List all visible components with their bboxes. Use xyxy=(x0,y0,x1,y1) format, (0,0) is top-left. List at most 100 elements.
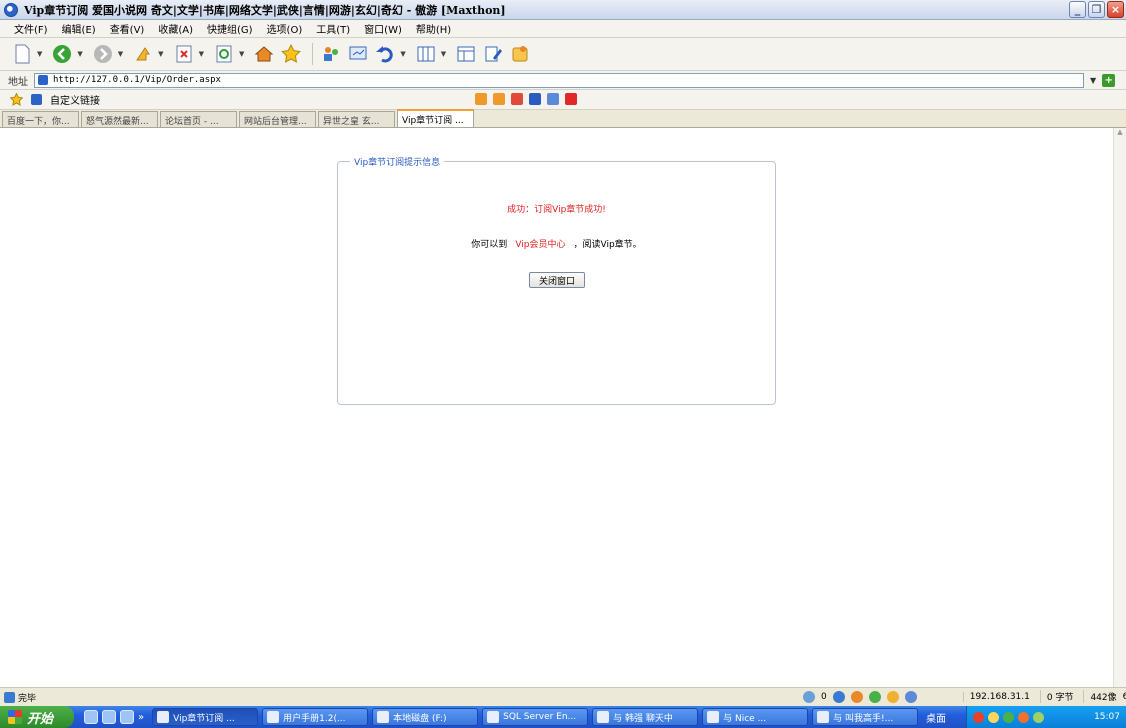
network-icon[interactable] xyxy=(988,711,999,723)
page-options-icon[interactable] xyxy=(547,93,559,105)
chat-icon xyxy=(707,711,720,723)
message-box: Vip章节订阅提示信息 成功：订阅Vip章节成功! 你可以到 Vip会员中心 ，阅读… xyxy=(337,155,776,405)
menu-groups[interactable]: 快捷组(G) xyxy=(207,21,253,36)
menu-view[interactable]: 查看(V) xyxy=(110,21,145,36)
shield-icon[interactable] xyxy=(832,690,845,703)
task-label: SQL Server En... xyxy=(503,712,577,722)
menu-window[interactable]: 窗口(W) xyxy=(364,21,402,36)
start-button[interactable]: 开始 xyxy=(0,706,74,728)
menu-edit[interactable]: 编辑(E) xyxy=(62,21,96,36)
chat-icon xyxy=(597,711,610,723)
tab-forum[interactable]: 论坛首页 - ... xyxy=(160,111,237,127)
volume-icon[interactable] xyxy=(1033,711,1044,723)
save-icon[interactable] xyxy=(529,93,541,105)
star-icon xyxy=(10,93,23,106)
stop-icon[interactable] xyxy=(172,42,196,66)
status-done: 完毕 xyxy=(4,691,36,704)
restore-button[interactable]: ❐ xyxy=(1088,1,1105,18)
ime-icon[interactable] xyxy=(973,711,984,723)
feed-icon[interactable] xyxy=(868,690,881,703)
chevron-down-icon[interactable]: ▼ xyxy=(37,50,42,58)
close-tab-icon[interactable] xyxy=(511,93,523,105)
links-bar: 自定义链接 xyxy=(0,90,1126,110)
forward-icon[interactable] xyxy=(91,42,115,66)
undo-icon[interactable] xyxy=(373,42,397,66)
tab-vip-order[interactable]: Vip章节订阅 ... xyxy=(397,109,474,127)
close-all-icon[interactable] xyxy=(565,93,577,105)
antivirus-icon[interactable] xyxy=(1018,711,1029,723)
task-chat-3[interactable]: 与 叫我高手!... xyxy=(812,708,919,726)
folder-icon xyxy=(377,711,390,723)
ie-icon[interactable] xyxy=(84,710,98,724)
qq-icon[interactable] xyxy=(1003,711,1014,723)
quick-launch: » xyxy=(84,710,144,724)
vip-center-link[interactable]: Vip会员中心 xyxy=(515,240,565,250)
monitor-icon[interactable] xyxy=(346,42,370,66)
chevron-down-icon[interactable]: ▼ xyxy=(441,50,446,58)
tab-novel[interactable]: 怒气源然最新... xyxy=(81,111,158,127)
plugin-icon[interactable] xyxy=(850,690,863,703)
menu-options[interactable]: 选项(O) xyxy=(267,21,303,36)
taskbar: 开始 » Vip章节订阅 ... 用户手册1.2(... 本地磁盘 (F:) S… xyxy=(0,706,1126,728)
chevron-down-icon[interactable]: ▼ xyxy=(239,50,244,58)
tab-baidu[interactable]: 百度一下，你... xyxy=(2,111,79,127)
url-input[interactable] xyxy=(53,75,1053,85)
task-chat-1[interactable]: 与 韩强 聊天中 xyxy=(592,708,699,726)
task-label: 与 Nice ... xyxy=(723,713,767,724)
chevron-down-icon[interactable]: ▼ xyxy=(199,50,204,58)
chevron-down-icon[interactable]: ▼ xyxy=(77,50,82,58)
columns-icon[interactable] xyxy=(414,42,438,66)
info-prefix: 你可以到 xyxy=(471,240,508,250)
chat-icon xyxy=(817,711,830,723)
edit-icon[interactable] xyxy=(481,42,505,66)
quick-launch-more[interactable]: » xyxy=(138,712,144,723)
done-icon xyxy=(4,691,15,703)
window-title: Vip章节订阅 爱国小说网 奇文|文学|书库|网络文学|武侠|言情|网游|玄幻|… xyxy=(24,3,506,17)
chevron-down-icon[interactable]: ▼ xyxy=(1090,76,1096,85)
chevron-down-icon[interactable]: ▼ xyxy=(158,50,163,58)
close-window-button[interactable]: × xyxy=(1107,1,1124,18)
new-page-icon[interactable] xyxy=(10,42,34,66)
menu-help[interactable]: 帮助(H) xyxy=(416,21,451,36)
task-sql-server[interactable]: SQL Server En... xyxy=(482,708,589,726)
media-icon[interactable] xyxy=(120,710,134,724)
task-local-disk[interactable]: 本地磁盘 (F:) xyxy=(372,708,479,726)
task-vip-order[interactable]: Vip章节订阅 ... xyxy=(152,708,259,726)
go-button[interactable]: + xyxy=(1102,73,1116,87)
task-chat-2[interactable]: 与 Nice ... xyxy=(702,708,809,726)
close-window-page-button[interactable]: 关闭窗口 xyxy=(529,272,585,288)
status-extra: 6 xyxy=(1122,691,1126,702)
chevron-down-icon[interactable]: ▼ xyxy=(118,50,123,58)
show-desktop-icon[interactable] xyxy=(102,710,116,724)
settings-icon[interactable] xyxy=(904,690,917,703)
chevron-down-icon[interactable]: ▼ xyxy=(400,50,405,58)
info-suffix: ，阅读Vip章节。 xyxy=(573,240,642,250)
scroll-up-icon[interactable]: ▲ xyxy=(1114,128,1126,136)
custom-links[interactable]: 自定义链接 xyxy=(50,92,100,107)
menu-file[interactable]: 文件(F) xyxy=(14,21,48,36)
status-size: 442像 xyxy=(1083,690,1117,703)
prev-icon[interactable] xyxy=(475,93,487,105)
menu-favorites[interactable]: 收藏(A) xyxy=(158,21,193,36)
back-icon[interactable] xyxy=(50,42,74,66)
up-level-icon[interactable] xyxy=(131,42,155,66)
desktop-toolbar[interactable]: 桌面 xyxy=(926,710,946,725)
tab-book[interactable]: 异世之皇 玄... xyxy=(318,111,395,127)
menu-tools[interactable]: 工具(T) xyxy=(316,21,350,36)
sync-icon[interactable] xyxy=(803,690,815,703)
address-field[interactable] xyxy=(34,72,1084,88)
minimize-button[interactable]: _ xyxy=(1069,1,1086,18)
next-icon[interactable] xyxy=(493,93,505,105)
notes-icon[interactable] xyxy=(508,42,532,66)
users-group-icon[interactable] xyxy=(319,42,343,66)
window-controls: _ ❐ × xyxy=(1069,1,1124,18)
gear-icon[interactable] xyxy=(886,690,899,703)
split-view-icon[interactable] xyxy=(454,42,478,66)
home-icon[interactable] xyxy=(252,42,276,66)
refresh-icon[interactable] xyxy=(212,42,236,66)
tab-admin[interactable]: 网站后台管理... xyxy=(239,111,316,127)
vertical-scrollbar[interactable]: ▲ xyxy=(1113,128,1126,687)
task-manual[interactable]: 用户手册1.2(... xyxy=(262,708,369,726)
favorites-star-icon[interactable] xyxy=(279,42,303,66)
title-bar: Vip章节订阅 爱国小说网 奇文|文学|书库|网络文学|武侠|言情|网游|玄幻|… xyxy=(0,0,1126,20)
